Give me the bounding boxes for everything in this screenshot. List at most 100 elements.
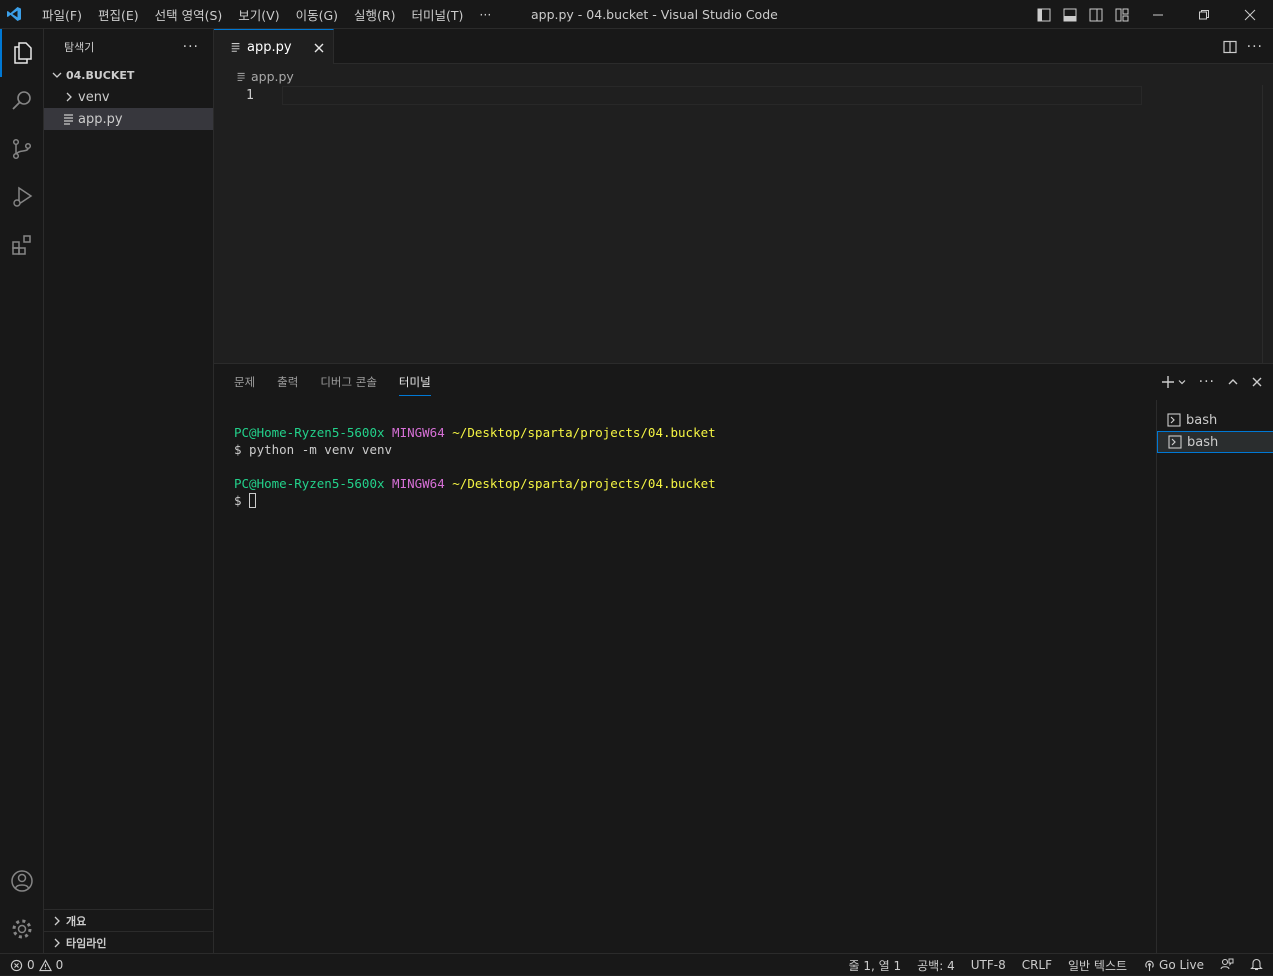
close-tab-icon[interactable] [313, 42, 325, 54]
explorer-sidebar: 탐색기 ··· 04.BUCKET venv app.py 개요 타임라인 [44, 29, 214, 953]
split-editor-icon[interactable] [1223, 40, 1237, 54]
menu-file[interactable]: 파일(F) [34, 5, 90, 24]
terminal-prompt-line: PC@Home-Ryzen5-5600x MINGW64 ~/Desktop/s… [234, 475, 716, 492]
tab-label: app.py [247, 39, 292, 55]
menu-terminal[interactable]: 터미널(T) [404, 5, 472, 24]
tab-problems[interactable]: 문제 [234, 364, 255, 400]
window-controls [1031, 0, 1273, 29]
tree-item-venv[interactable]: venv [44, 86, 213, 108]
terminal-list: bash bash [1156, 400, 1273, 954]
terminal-instance-label: bash [1186, 412, 1218, 428]
terminal-instance-label: bash [1187, 434, 1219, 450]
editor-tab-bar: app.py ··· [214, 29, 1273, 64]
menu-more[interactable]: ··· [471, 7, 499, 22]
terminal-cursor [249, 493, 257, 508]
terminal-input-line: $ [234, 492, 716, 509]
encoding[interactable]: UTF-8 [971, 958, 1006, 972]
new-terminal-icon[interactable] [1161, 375, 1187, 389]
menu-view[interactable]: 보기(V) [230, 5, 287, 24]
outline-label: 개요 [66, 914, 87, 928]
source-control-icon[interactable] [0, 125, 44, 173]
close-panel-icon[interactable] [1251, 376, 1263, 388]
prompt-path: ~/Desktop/sparta/projects/04.bucket [452, 425, 716, 440]
error-count: 0 [27, 958, 35, 972]
restore-icon[interactable] [1181, 0, 1227, 29]
tab-output[interactable]: 출력 [277, 364, 298, 400]
explorer-header: 탐색기 ··· [44, 29, 213, 64]
folder-root[interactable]: 04.BUCKET [44, 64, 213, 86]
timeline-label: 타임라인 [66, 936, 107, 950]
prompt-env: MINGW64 [392, 425, 445, 440]
panel-more-icon[interactable]: ··· [1199, 374, 1215, 390]
toggle-primary-sidebar-icon[interactable] [1031, 0, 1057, 29]
customize-layout-icon[interactable] [1109, 0, 1135, 29]
maximize-panel-icon[interactable] [1227, 376, 1239, 388]
close-window-icon[interactable] [1227, 0, 1273, 29]
tab-terminal[interactable]: 터미널 [398, 364, 431, 400]
chevron-right-icon [54, 938, 60, 947]
go-live-button[interactable]: Go Live [1143, 958, 1204, 972]
terminal-output[interactable]: PC@Home-Ryzen5-5600x MINGW64 ~/Desktop/s… [234, 424, 716, 509]
editor-actions: ··· [1223, 29, 1263, 64]
menu-edit[interactable]: 편집(E) [90, 5, 147, 24]
manage-gear-icon[interactable] [0, 905, 44, 953]
prompt-user: PC@Home-Ryzen5-5600x [234, 476, 385, 491]
warning-icon [38, 958, 52, 971]
accounts-icon[interactable] [0, 857, 44, 905]
language-mode[interactable]: 일반 텍스트 [1068, 957, 1127, 974]
minimize-icon[interactable] [1135, 0, 1181, 29]
terminal-instance[interactable]: bash [1157, 409, 1273, 431]
title-bar: 파일(F) 편집(E) 선택 영역(S) 보기(V) 이동(G) 실행(R) 터… [0, 0, 1273, 29]
error-icon [10, 959, 23, 971]
menu-bar: 파일(F) 편집(E) 선택 영역(S) 보기(V) 이동(G) 실행(R) 터… [34, 5, 499, 24]
menu-selection[interactable]: 선택 영역(S) [147, 5, 231, 24]
tree-item-app-py[interactable]: app.py [44, 108, 213, 130]
file-lines-icon [64, 114, 73, 125]
editor-scrollbar[interactable] [1262, 85, 1263, 363]
editor-more-icon[interactable]: ··· [1247, 39, 1263, 55]
chevron-down-icon [52, 72, 62, 78]
warning-count: 0 [55, 958, 64, 972]
chevron-right-icon [66, 92, 72, 102]
indentation[interactable]: 공백: 4 [917, 957, 955, 974]
chevron-down-icon [1178, 380, 1186, 385]
line-number: 1 [246, 88, 254, 103]
activity-bar [0, 29, 44, 953]
notifications-bell-icon[interactable] [1250, 957, 1263, 974]
outline-section[interactable]: 개요 [44, 909, 213, 931]
end-of-line[interactable]: CRLF [1022, 958, 1052, 972]
toggle-secondary-sidebar-icon[interactable] [1083, 0, 1109, 29]
terminal-icon [1167, 413, 1181, 427]
feedback-icon[interactable] [1220, 957, 1234, 974]
terminal-instance[interactable]: bash [1157, 431, 1273, 453]
file-lines-icon [237, 72, 245, 81]
problems-status[interactable]: 0 0 [10, 954, 63, 976]
bottom-panel: 문제 출력 디버그 콘솔 터미널 ··· PC@Home-Ryzen5-5600… [214, 363, 1273, 954]
prompt-path: ~/Desktop/sparta/projects/04.bucket [452, 476, 716, 491]
broadcast-icon [1145, 960, 1154, 971]
search-icon[interactable] [0, 77, 44, 125]
vscode-logo-icon [0, 0, 28, 29]
tab-app-py[interactable]: app.py [214, 29, 334, 64]
explorer-more-icon[interactable]: ··· [183, 39, 199, 55]
run-debug-icon[interactable] [0, 173, 44, 221]
tab-debug-console[interactable]: 디버그 콘솔 [320, 364, 377, 400]
folder-root-label: 04.BUCKET [66, 68, 135, 82]
extensions-icon[interactable] [0, 221, 44, 269]
code-editor[interactable]: 1 [214, 85, 1273, 363]
go-live-label: Go Live [1159, 958, 1204, 972]
breadcrumb-item[interactable]: app.py [251, 69, 294, 84]
timeline-section[interactable]: 타임라인 [44, 931, 213, 953]
explorer-icon[interactable] [0, 29, 44, 77]
terminal-command-line: $ python -m venv venv [234, 442, 393, 457]
cursor-position[interactable]: 줄 1, 열 1 [849, 957, 902, 974]
menu-run[interactable]: 실행(R) [346, 5, 403, 24]
panel-tabs: 문제 출력 디버그 콘솔 터미널 [234, 364, 453, 400]
prompt-symbol: $ [234, 493, 242, 508]
panel-actions: ··· [1161, 364, 1263, 400]
menu-go[interactable]: 이동(G) [288, 5, 346, 24]
breadcrumb: app.py [236, 67, 294, 85]
window-title: app.py - 04.bucket - Visual Studio Code [531, 7, 778, 22]
toggle-panel-icon[interactable] [1057, 0, 1083, 29]
